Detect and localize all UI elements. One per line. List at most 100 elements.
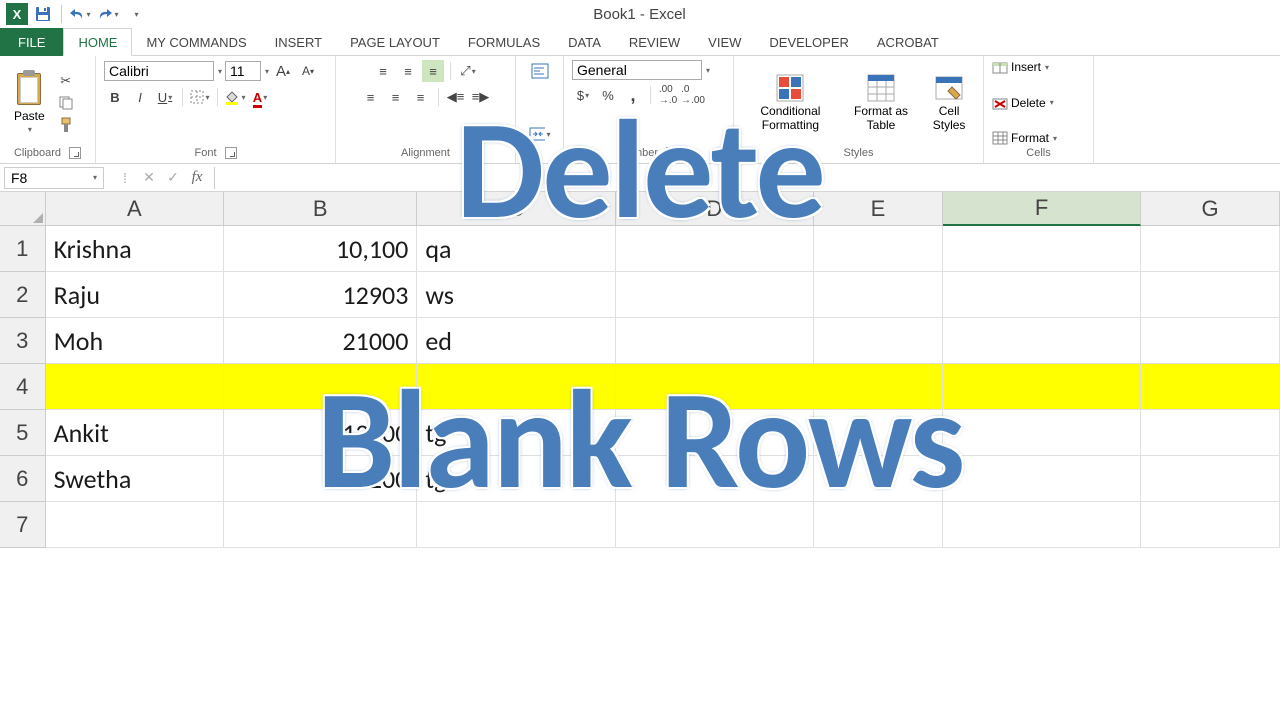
cell[interactable] — [814, 318, 943, 364]
cell[interactable] — [814, 226, 943, 272]
cell[interactable] — [1141, 318, 1280, 364]
cut-button[interactable]: ✂ — [55, 70, 77, 92]
cell-styles-button[interactable]: Cell Styles — [923, 71, 975, 133]
cell[interactable]: Ankit — [46, 410, 224, 456]
tab-home[interactable]: HOME — [63, 28, 132, 56]
insert-cells-button[interactable]: Insert▾ — [992, 60, 1049, 74]
cell[interactable] — [616, 502, 814, 548]
cell[interactable] — [814, 502, 943, 548]
cell[interactable] — [417, 364, 615, 410]
cell[interactable] — [417, 502, 615, 548]
row-header[interactable]: 5 — [0, 410, 46, 456]
undo-button[interactable]: ▾ — [67, 2, 93, 26]
cell[interactable]: 111200 — [224, 456, 417, 502]
align-bottom-button[interactable]: ≡ — [422, 60, 444, 82]
tab-acrobat[interactable]: ACROBAT — [863, 28, 953, 56]
cell[interactable] — [943, 318, 1141, 364]
col-header-a[interactable]: A — [46, 192, 224, 226]
decrease-font-button[interactable]: A▾ — [297, 60, 319, 82]
chevron-down-icon[interactable]: ▾ — [265, 67, 269, 76]
cell[interactable]: Swetha — [46, 456, 224, 502]
cancel-formula-button[interactable]: ✕ — [138, 167, 160, 189]
increase-font-button[interactable]: A▴ — [272, 60, 294, 82]
font-size-input[interactable] — [225, 61, 261, 81]
cell[interactable] — [814, 272, 943, 318]
col-header-e[interactable]: E — [814, 192, 943, 226]
tab-data[interactable]: DATA — [554, 28, 615, 56]
cell[interactable]: Krishna — [46, 226, 224, 272]
increase-indent-button[interactable]: ≡▶ — [470, 86, 492, 108]
insert-function-button[interactable]: fx — [186, 167, 208, 189]
cell[interactable] — [943, 226, 1141, 272]
cell[interactable]: 12000 — [224, 410, 417, 456]
row-header[interactable]: 4 — [0, 364, 46, 410]
tab-insert[interactable]: INSERT — [261, 28, 336, 56]
tab-developer[interactable]: DEVELOPER — [755, 28, 862, 56]
cell[interactable] — [616, 318, 814, 364]
formula-input[interactable] — [214, 167, 1280, 189]
cell[interactable] — [224, 364, 417, 410]
cell[interactable] — [1141, 502, 1280, 548]
cell[interactable] — [616, 272, 814, 318]
chevron-down-icon[interactable]: ▾ — [706, 66, 710, 75]
orientation-button[interactable]: ⤢▾ — [457, 60, 479, 82]
cell[interactable] — [814, 364, 943, 410]
increase-decimal-button[interactable]: .00→.0 — [657, 84, 679, 106]
cell[interactable]: ed — [417, 318, 615, 364]
col-header-g[interactable]: G — [1141, 192, 1280, 226]
tab-review[interactable]: REVIEW — [615, 28, 694, 56]
tab-file[interactable]: FILE — [0, 28, 63, 56]
cell[interactable]: Moh — [46, 318, 224, 364]
wrap-text-button[interactable] — [529, 60, 551, 82]
row-header[interactable]: 1 — [0, 226, 46, 272]
enter-formula-button[interactable]: ✓ — [162, 167, 184, 189]
tab-my-commands[interactable]: MY COMMANDS — [132, 28, 260, 56]
select-all-corner[interactable] — [0, 192, 46, 226]
row-header[interactable]: 6 — [0, 456, 46, 502]
align-top-button[interactable]: ≡ — [372, 60, 394, 82]
cell[interactable] — [224, 502, 417, 548]
accounting-format-button[interactable]: $▾ — [572, 84, 594, 106]
save-button[interactable] — [30, 2, 56, 26]
italic-button[interactable]: I — [129, 86, 151, 108]
cell[interactable]: 12903 — [224, 272, 417, 318]
cell[interactable]: 10,100 — [224, 226, 417, 272]
cell[interactable] — [616, 364, 814, 410]
cell[interactable] — [616, 410, 814, 456]
cell[interactable] — [1141, 410, 1280, 456]
decrease-decimal-button[interactable]: .0→.00 — [682, 84, 704, 106]
font-name-input[interactable] — [104, 61, 214, 81]
decrease-indent-button[interactable]: ◀≡ — [445, 86, 467, 108]
borders-button[interactable]: ▾ — [189, 86, 211, 108]
cell[interactable] — [814, 410, 943, 456]
cell[interactable] — [1141, 456, 1280, 502]
row-header[interactable]: 3 — [0, 318, 46, 364]
col-header-b[interactable]: B — [224, 192, 417, 226]
number-dialog-launcher[interactable] — [666, 147, 678, 159]
format-as-table-button[interactable]: Format as Table — [845, 71, 917, 133]
fill-color-button[interactable]: ▾ — [224, 86, 246, 108]
col-header-f[interactable]: F — [943, 192, 1141, 226]
align-right-button[interactable]: ≡ — [410, 86, 432, 108]
cell[interactable]: qa — [417, 226, 615, 272]
cell[interactable] — [943, 364, 1141, 410]
cell[interactable] — [1141, 226, 1280, 272]
font-dialog-launcher[interactable] — [225, 147, 237, 159]
cell[interactable] — [943, 272, 1141, 318]
merge-center-button[interactable]: ▾ — [529, 123, 551, 145]
align-center-button[interactable]: ≡ — [385, 86, 407, 108]
redo-button[interactable]: ▾ — [95, 2, 121, 26]
chevron-down-icon[interactable]: ▾ — [218, 67, 222, 76]
cell[interactable] — [46, 502, 224, 548]
cell[interactable] — [943, 502, 1141, 548]
cell[interactable]: 21000 — [224, 318, 417, 364]
cell[interactable] — [616, 456, 814, 502]
cell[interactable] — [814, 456, 943, 502]
tab-page-layout[interactable]: PAGE LAYOUT — [336, 28, 454, 56]
format-painter-button[interactable] — [55, 114, 77, 136]
cell[interactable]: tg — [417, 456, 615, 502]
percent-format-button[interactable]: % — [597, 84, 619, 106]
cell[interactable]: ws — [417, 272, 615, 318]
underline-button[interactable]: U▾ — [154, 86, 176, 108]
name-box[interactable]: F8 ▾ — [4, 167, 104, 189]
